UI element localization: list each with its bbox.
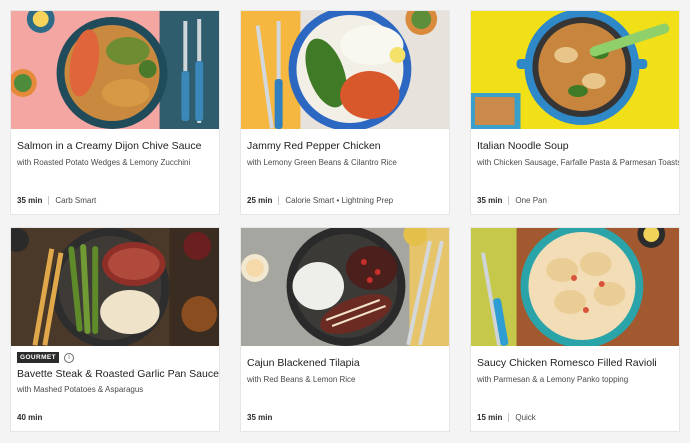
recipe-meta: 35 min Carb Smart bbox=[17, 196, 96, 205]
cook-time: 35 min bbox=[477, 196, 503, 205]
recipe-badge-row: GOURMET i bbox=[17, 352, 213, 363]
recipe-image[interactable] bbox=[11, 11, 219, 129]
recipe-card[interactable]: Jammy Red Pepper Chicken with Lemony Gre… bbox=[240, 10, 450, 215]
recipe-title[interactable]: Cajun Blackened Tilapia bbox=[247, 356, 443, 370]
cook-time: 40 min bbox=[17, 413, 43, 422]
recipe-title[interactable]: Salmon in a Creamy Dijon Chive Sauce bbox=[17, 139, 213, 153]
recipe-image[interactable] bbox=[471, 228, 679, 346]
recipe-card[interactable]: Italian Noodle Soup with Chicken Sausage… bbox=[470, 10, 680, 215]
tilapia-dish-image bbox=[241, 228, 449, 346]
cook-time: 15 min bbox=[477, 413, 503, 422]
recipe-image[interactable] bbox=[241, 228, 449, 346]
recipe-grid: Salmon in a Creamy Dijon Chive Sauce wit… bbox=[10, 10, 680, 432]
recipe-tags: One Pan bbox=[515, 196, 547, 205]
ravioli-dish-image bbox=[471, 228, 679, 346]
recipe-tags: Carb Smart bbox=[55, 196, 97, 205]
recipe-title[interactable]: Italian Noodle Soup bbox=[477, 139, 673, 153]
recipe-meta: 40 min bbox=[17, 413, 42, 422]
meta-divider bbox=[508, 413, 510, 422]
steak-dish-image bbox=[11, 228, 219, 346]
recipe-title[interactable]: Bavette Steak & Roasted Garlic Pan Sauce bbox=[17, 367, 219, 381]
recipe-title[interactable]: Jammy Red Pepper Chicken bbox=[247, 139, 443, 153]
recipe-card[interactable]: Salmon in a Creamy Dijon Chive Sauce wit… bbox=[10, 10, 220, 215]
recipe-tags: Calorie Smart • Lightning Prep bbox=[285, 196, 394, 205]
recipe-card[interactable]: GOURMET i Bavette Steak & Roasted Garlic… bbox=[10, 227, 220, 432]
recipe-meta: 35 min bbox=[247, 413, 272, 422]
recipe-subtitle: with Red Beans & Lemon Rice bbox=[247, 375, 356, 384]
recipe-subtitle: with Lemony Green Beans & Cilantro Rice bbox=[247, 158, 397, 167]
soup-pot-image bbox=[471, 11, 679, 129]
recipe-subtitle: with Roasted Potato Wedges & Lemony Zucc… bbox=[17, 158, 191, 167]
recipe-subtitle: with Mashed Potatoes & Asparagus bbox=[17, 385, 144, 394]
recipe-subtitle: with Parmesan & a Lemony Panko topping bbox=[477, 375, 629, 384]
cook-time: 35 min bbox=[247, 413, 273, 422]
meta-divider bbox=[48, 196, 50, 205]
recipe-card[interactable]: Saucy Chicken Romesco Filled Ravioli wit… bbox=[470, 227, 680, 432]
recipe-card[interactable]: Cajun Blackened Tilapia with Red Beans &… bbox=[240, 227, 450, 432]
recipe-image[interactable] bbox=[241, 11, 449, 129]
cook-time: 35 min bbox=[17, 196, 43, 205]
recipe-tags: Quick bbox=[515, 413, 536, 422]
salmon-dish-image bbox=[11, 11, 219, 129]
recipe-meta: 15 min Quick bbox=[477, 413, 536, 422]
chicken-dish-image bbox=[241, 11, 449, 129]
recipe-image[interactable] bbox=[471, 11, 679, 129]
meta-divider bbox=[508, 196, 510, 205]
info-icon[interactable]: i bbox=[64, 352, 75, 363]
recipe-title[interactable]: Saucy Chicken Romesco Filled Ravioli bbox=[477, 356, 673, 370]
recipe-meta: 35 min One Pan bbox=[477, 196, 547, 205]
gourmet-badge: GOURMET bbox=[17, 352, 60, 363]
cook-time: 25 min bbox=[247, 196, 273, 205]
meta-divider bbox=[278, 196, 280, 205]
recipe-meta: 25 min Calorie Smart • Lightning Prep bbox=[247, 196, 393, 205]
recipe-image[interactable] bbox=[11, 228, 219, 346]
recipe-subtitle: with Chicken Sausage, Farfalle Pasta & P… bbox=[477, 158, 680, 167]
